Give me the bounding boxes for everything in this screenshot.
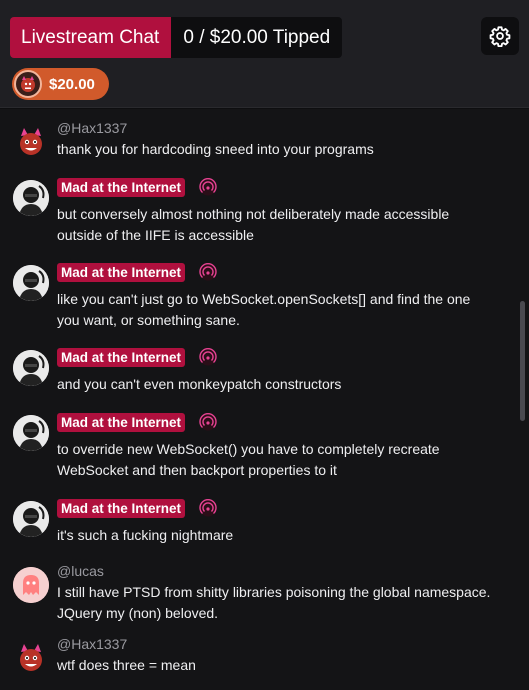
message-line: thank you for hardcoding sneed into your… <box>57 141 374 157</box>
chat-message: Mad at the Internet but conversely almost… <box>0 177 514 245</box>
username[interactable]: @Hax1337 <box>57 120 127 136</box>
live-broadcast-icon <box>199 348 217 366</box>
user-avatar[interactable] <box>13 265 49 301</box>
chat-message: @Hax1337 wtf does three = mean <box>0 634 514 681</box>
message-meta: @Hax1337 <box>57 634 127 654</box>
tipper-avatar <box>14 70 42 98</box>
chat-message: Mad at the Internet and you can't even mo… <box>0 347 514 394</box>
live-broadcast-icon <box>199 413 217 431</box>
username-badge[interactable]: Mad at the Internet <box>57 498 186 518</box>
live-broadcast-icon <box>199 263 217 281</box>
username-badge[interactable]: Mad at the Internet <box>57 262 186 282</box>
demon-avatar-icon <box>20 128 42 155</box>
message-text: like you can't just go to WebSocket.open… <box>57 289 507 331</box>
chat-title: Livestream Chat <box>10 17 172 58</box>
message-line: like you can't just go to WebSocket.open… <box>57 291 471 307</box>
masked-person-avatar-icon <box>13 501 49 537</box>
user-avatar[interactable] <box>13 350 49 386</box>
message-text: wtf does three = mean <box>57 655 507 676</box>
masked-person-avatar-icon <box>13 265 49 301</box>
message-text: and you can't even monkeypatch construct… <box>57 374 507 395</box>
message-line: JQuery my (non) beloved. <box>57 605 219 621</box>
message-line: to override new WebSocket() you have to … <box>57 441 440 457</box>
tip-chip[interactable]: $20.00 <box>12 68 109 100</box>
chat-message: Mad at the Internet it's such a fucking n… <box>0 498 514 545</box>
message-line: but conversely almost nothing not delibe… <box>57 206 450 222</box>
message-text: but conversely almost nothing not delibe… <box>57 204 507 246</box>
message-line: and you can't even monkeypatch construct… <box>57 376 342 392</box>
message-line: it's such a fucking nightmare <box>57 527 234 543</box>
title-group: Livestream Chat 0 / $20.00 Tipped <box>10 17 343 58</box>
live-broadcast-icon <box>199 178 217 196</box>
message-line: WebSocket and then backport properties t… <box>57 462 337 478</box>
chat-message: Mad at the Internet like you can't just g… <box>0 262 514 330</box>
user-avatar[interactable] <box>13 124 49 160</box>
message-line: you want, or something sane. <box>57 312 240 328</box>
message-text: thank you for hardcoding sneed into your… <box>57 139 507 160</box>
tip-amount: $20.00 <box>49 75 95 93</box>
message-meta: Mad at the Internet <box>57 177 218 197</box>
chat-log[interactable]: @Hax1337 thank you for hardcoding sneed i… <box>0 109 529 690</box>
message-meta: @lucas <box>57 561 104 581</box>
message-text: to override new WebSocket() you have to … <box>57 439 507 481</box>
message-meta: Mad at the Internet <box>57 262 218 282</box>
username[interactable]: @Hax1337 <box>57 636 127 652</box>
settings-button[interactable] <box>481 17 519 55</box>
user-avatar[interactable] <box>13 415 49 451</box>
message-line: I still have PTSD from shitty libraries … <box>57 584 491 600</box>
message-meta: @Hax1337 <box>57 118 127 138</box>
username-badge[interactable]: Mad at the Internet <box>57 347 186 367</box>
scrollbar-thumb[interactable] <box>520 301 525 421</box>
masked-person-avatar-icon <box>13 415 49 451</box>
username-badge[interactable]: Mad at the Internet <box>57 177 186 197</box>
chat-message: Mad at the Internet to override new WebSo… <box>0 412 514 480</box>
demon-avatar-icon <box>21 76 35 92</box>
masked-person-avatar-icon <box>13 350 49 386</box>
user-avatar[interactable] <box>13 501 49 537</box>
user-avatar[interactable] <box>13 640 49 676</box>
message-meta: Mad at the Internet <box>57 412 218 432</box>
message-text: I still have PTSD from shitty libraries … <box>57 582 507 624</box>
live-broadcast-icon <box>199 499 217 517</box>
chat-header: Livestream Chat 0 / $20.00 Tipped $20.00 <box>0 0 529 108</box>
user-avatar[interactable] <box>13 567 49 603</box>
message-meta: Mad at the Internet <box>57 498 218 518</box>
message-meta: Mad at the Internet <box>57 347 218 367</box>
demon-avatar-icon <box>20 644 42 671</box>
tipped-status: 0 / $20.00 Tipped <box>171 17 343 58</box>
gear-icon <box>489 26 511 47</box>
message-line: outside of the IIFE is accessible <box>57 227 254 243</box>
chat-message: @lucas I still have PTSD from shitty libr… <box>0 561 514 629</box>
ghost-avatar-icon <box>13 567 49 603</box>
username[interactable]: @lucas <box>57 563 104 579</box>
message-line: wtf does three = mean <box>57 657 196 673</box>
username-badge[interactable]: Mad at the Internet <box>57 412 186 432</box>
user-avatar[interactable] <box>13 180 49 216</box>
masked-person-avatar-icon <box>13 180 49 216</box>
chat-message: @Hax1337 thank you for hardcoding sneed i… <box>0 118 514 165</box>
message-text: it's such a fucking nightmare <box>57 525 507 546</box>
